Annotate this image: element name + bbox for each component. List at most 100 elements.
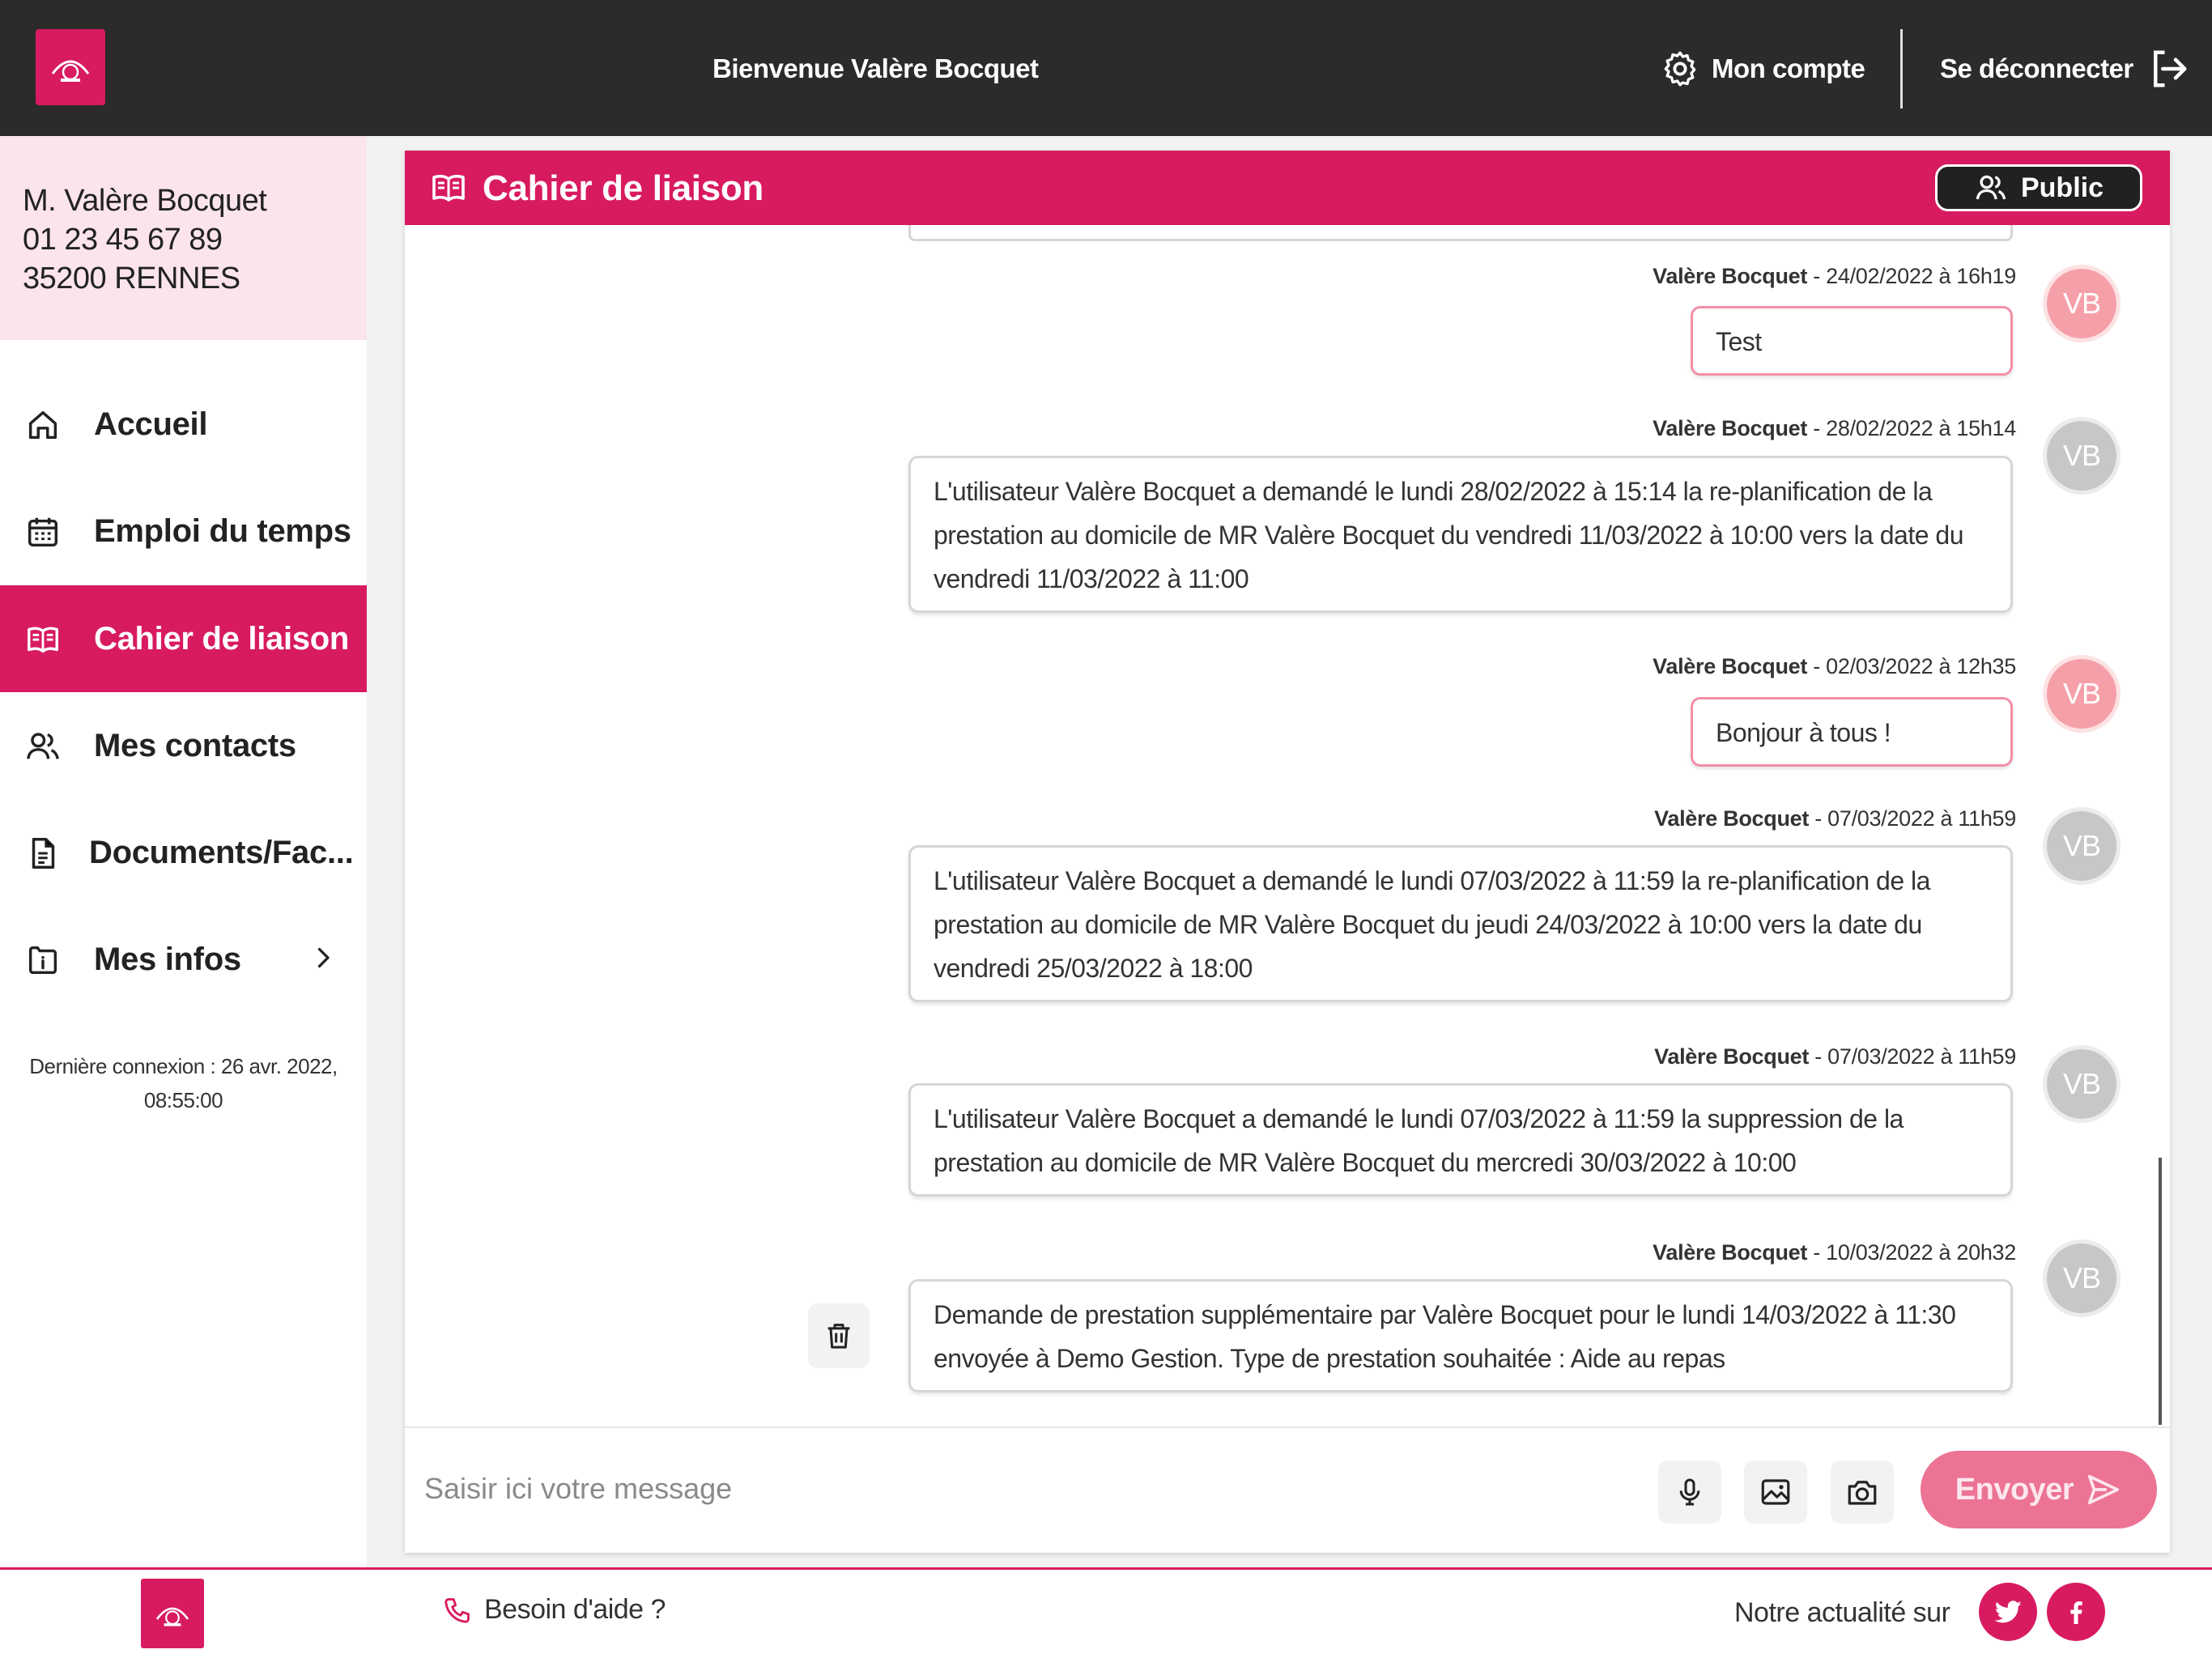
message-meta: Valère Bocquet - 24/02/2022 à 16h19 (1653, 264, 2016, 288)
microphone-icon (1679, 1478, 1700, 1506)
message-bubble: Demande de prestation supplémentaire par… (908, 1279, 2013, 1392)
logout-label: Se déconnecter (1940, 53, 2133, 83)
welcome-text: Bienvenue Valère Bocquet (713, 53, 1039, 83)
message-composer: Envoyer (405, 1426, 2170, 1553)
facebook-link[interactable] (2047, 1583, 2105, 1641)
top-bar: Bienvenue Valère Bocquet Mon compte Se d… (0, 0, 2212, 136)
trash-icon (827, 1324, 850, 1349)
sidebar-item-label: Cahier de liaison (94, 620, 349, 657)
footer: Besoin d'aide ? Notre actualité sur (0, 1567, 2212, 1658)
news-label: Notre actualité sur (1734, 1597, 1950, 1628)
gear-icon (1664, 51, 1696, 87)
user-city: 35200 RENNES (23, 261, 240, 295)
logo-icon (51, 60, 90, 82)
sidebar-item-label: Emploi du temps (94, 512, 351, 549)
message-meta: Valère Bocquet - 07/03/2022 à 11h59 (1654, 806, 2016, 831)
last-login: Dernière connexion : 26 avr. 2022, 08:55… (0, 1049, 367, 1117)
message-bubble: Test (1691, 306, 2013, 376)
logout-button[interactable]: Se déconnecter (1940, 42, 2190, 96)
calendar-icon (28, 517, 58, 547)
avatar: VB (2047, 269, 2116, 338)
sidebar-item-label: Mes contacts (94, 727, 296, 763)
message-bubble: L'utilisateur Valère Bocquet a demandé l… (908, 845, 2013, 1002)
twitter-link[interactable] (1979, 1583, 2037, 1641)
liaison-panel: Cahier de liaison Public Valère Bocquet … (405, 151, 2170, 1553)
message-text: prestation au domicile de MR Valère Bocq… (934, 910, 1922, 939)
send-button[interactable]: Envoyer (1921, 1451, 2157, 1528)
sidebar-item-emploi-du-temps[interactable]: Emploi du temps (0, 478, 367, 585)
sidebar-item-label: Mes infos (94, 941, 241, 977)
user-name: M. Valère Bocquet (23, 184, 267, 218)
message-text: Demande de prestation supplémentaire par… (934, 1300, 1956, 1329)
panel-title: Cahier de liaison (483, 168, 764, 208)
message-text: L'utilisateur Valère Bocquet a demandé l… (934, 866, 1930, 895)
message-text: vendredi 25/03/2022 à 18:00 (934, 954, 1253, 983)
account-label: Mon compte (1712, 53, 1865, 83)
message-text: vendredi 11/03/2022 à 11:00 (934, 564, 1249, 593)
phone-icon (445, 1597, 470, 1623)
camera-button[interactable] (1831, 1460, 1894, 1524)
message-text: L'utilisateur Valère Bocquet a demandé l… (934, 1104, 1904, 1133)
sidebar-item-label: Accueil (94, 406, 208, 442)
message-input[interactable] (424, 1460, 1639, 1517)
users-icon (1976, 175, 2006, 200)
message-meta: Valère Bocquet - 07/03/2022 à 11h59 (1654, 1044, 2016, 1069)
facebook-icon (2070, 1601, 2082, 1624)
message-bubble: Bonjour à tous ! (1691, 697, 2013, 767)
message-list[interactable]: Valère Bocquet - 24/02/2022 à 16h19 Test… (405, 225, 2170, 1426)
user-card: M. Valère Bocquet 01 23 45 67 89 35200 R… (0, 136, 367, 340)
last-login-time: 08:55:00 (143, 1088, 223, 1112)
home-icon (28, 410, 57, 440)
sidebar: M. Valère Bocquet 01 23 45 67 89 35200 R… (0, 136, 367, 1567)
message-meta: Valère Bocquet - 28/02/2022 à 15h14 (1653, 416, 2016, 440)
send-icon (2088, 1474, 2120, 1505)
message-text: prestation au domicile de MR Valère Bocq… (934, 1148, 1797, 1177)
avatar: VB (2047, 421, 2116, 491)
camera-icon (1848, 1481, 1877, 1505)
message-bubble: L'utilisateur Valère Bocquet a demandé l… (908, 1083, 2013, 1197)
last-login-date: Dernière connexion : 26 avr. 2022, (29, 1054, 338, 1078)
sidebar-item-mes-contacts[interactable]: Mes contacts (0, 692, 367, 799)
info-icon (28, 946, 57, 975)
logout-icon (2153, 50, 2187, 87)
delete-message-button[interactable] (808, 1303, 870, 1368)
send-label: Envoyer (1955, 1472, 2074, 1507)
visibility-label: Public (2020, 172, 2104, 203)
logo-icon (155, 1607, 189, 1626)
message-bubble: L'utilisateur Valère Bocquet a demandé l… (908, 456, 2013, 613)
scrollbar[interactable] (2159, 1158, 2162, 1425)
message-text: envoyée à Demo Gestion. Type de prestati… (934, 1344, 1725, 1373)
sidebar-item-accueil[interactable]: Accueil (0, 371, 367, 478)
microphone-button[interactable] (1658, 1460, 1721, 1524)
previous-message-bubble (908, 225, 2013, 241)
top-divider (1900, 29, 1903, 108)
book-icon (432, 174, 465, 202)
avatar: VB (2047, 1244, 2116, 1313)
app-logo[interactable] (36, 29, 105, 105)
sidebar-item-cahier-de-liaison[interactable]: Cahier de liaison (0, 585, 367, 692)
avatar: VB (2047, 659, 2116, 729)
account-button[interactable]: Mon compte (1660, 42, 1865, 96)
help-label: Besoin d'aide ? (484, 1594, 666, 1625)
sidebar-item-documents[interactable]: Documents/Fac... (0, 799, 367, 906)
message-text: Test (1716, 327, 1762, 356)
avatar: VB (2047, 811, 2116, 881)
footer-logo[interactable] (141, 1579, 204, 1648)
message-meta: Valère Bocquet - 10/03/2022 à 20h32 (1653, 1240, 2016, 1265)
message-text: Bonjour à tous ! (1716, 718, 1891, 747)
document-icon (32, 838, 55, 869)
image-icon (1761, 1479, 1790, 1505)
contacts-icon (27, 733, 59, 759)
help-link[interactable]: Besoin d'aide ? (442, 1594, 666, 1626)
avatar: VB (2047, 1049, 2116, 1119)
book-icon (28, 627, 58, 653)
twitter-icon (1994, 1601, 2022, 1623)
sidebar-item-label: Documents/Fac... (89, 834, 354, 870)
sidebar-item-mes-infos[interactable]: Mes infos (0, 906, 367, 1013)
panel-header: Cahier de liaison Public (405, 151, 2170, 225)
message-text: prestation au domicile de MR Valère Bocq… (934, 521, 1964, 550)
image-button[interactable] (1744, 1460, 1807, 1524)
visibility-toggle[interactable]: Public (1935, 164, 2142, 211)
user-phone: 01 23 45 67 89 (23, 223, 223, 257)
message-meta: Valère Bocquet - 02/03/2022 à 12h35 (1653, 654, 2016, 678)
